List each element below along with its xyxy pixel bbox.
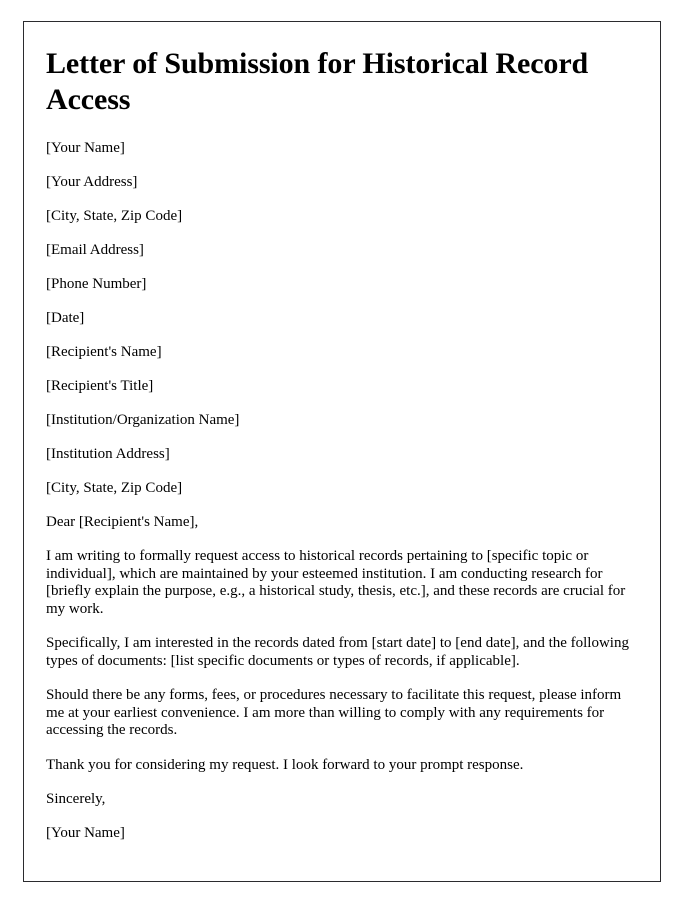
body-paragraph-specifics: Specifically, I am interested in the rec… (46, 635, 629, 669)
recipient-field-institution-address: [Institution Address] (46, 446, 170, 462)
page-title: Letter of Submission for Historical Reco… (46, 47, 589, 116)
body-paragraph-thanks: Thank you for considering my request. I … (46, 756, 524, 773)
recipient-field-institution-name: [Institution/Organization Name] (46, 412, 240, 428)
recipient-field-city-state-zip: [City, State, Zip Code] (46, 480, 183, 496)
sender-field-email-address: [Email Address] (46, 242, 144, 258)
signature-name: [Your Name] (46, 825, 125, 841)
sender-field-your-name: [Your Name] (46, 140, 125, 156)
sender-field-your-address: [Your Address] (46, 174, 138, 190)
recipient-field-title: [Recipient's Title] (46, 378, 154, 394)
document-body: Letter of Submission for Historical Reco… (24, 22, 660, 842)
body-paragraph-procedures: Should there be any forms, fees, or proc… (46, 687, 622, 738)
sender-field-city-state-zip: [City, State, Zip Code] (46, 208, 183, 224)
salutation-line: Dear [Recipient's Name], (46, 514, 199, 530)
recipient-field-name: [Recipient's Name] (46, 344, 162, 360)
sender-field-phone-number: [Phone Number] (46, 276, 147, 292)
body-paragraph-request: I am writing to formally request access … (46, 548, 626, 617)
closing-line: Sincerely, (46, 791, 106, 807)
document-page: Letter of Submission for Historical Reco… (23, 21, 661, 882)
sender-field-date: [Date] (46, 310, 85, 326)
